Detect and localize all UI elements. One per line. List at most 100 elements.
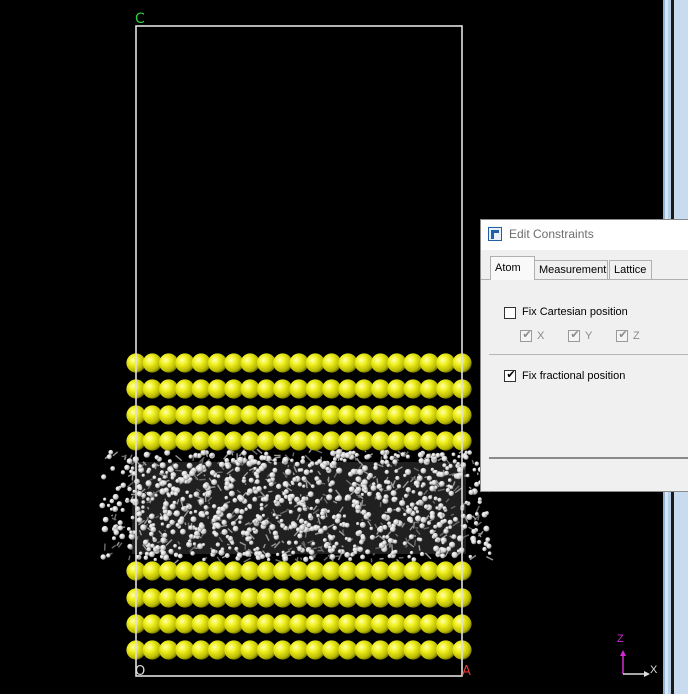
organic-atom (204, 511, 210, 516)
organic-atom (146, 497, 151, 502)
fix-cartesian-label[interactable]: Fix Cartesian position (522, 306, 628, 318)
organic-atom (405, 487, 411, 493)
organic-atom (155, 483, 161, 489)
organic-atom (322, 525, 328, 531)
section-divider (489, 354, 688, 355)
organic-atom (141, 473, 145, 477)
organic-atom (360, 554, 366, 560)
organic-atom (152, 537, 156, 541)
organic-atom (429, 514, 435, 520)
organic-atom (416, 501, 421, 506)
organic-atom (423, 504, 429, 510)
organic-atom (357, 530, 363, 535)
organic-atom (426, 453, 431, 459)
organic-atom (355, 504, 361, 511)
organic-atom (281, 550, 285, 554)
organic-atom (151, 463, 157, 469)
bond-stick (485, 555, 494, 561)
bond-stick (364, 450, 367, 453)
organic-atom (117, 525, 124, 531)
organic-atom (163, 487, 169, 493)
dialog-title: Edit Constraints (509, 227, 594, 241)
organic-atom (331, 460, 337, 467)
organic-atom (393, 519, 400, 526)
organic-atom (264, 451, 269, 456)
axis-z-checkbox[interactable]: ✔ (616, 329, 628, 342)
organic-atom (202, 492, 207, 497)
organic-atom (436, 521, 443, 528)
dialog-title-bar[interactable]: Edit Constraints (481, 220, 688, 250)
organic-atom (136, 491, 143, 497)
organic-atom (451, 452, 456, 457)
organic-atom (335, 453, 341, 459)
organic-atom (482, 546, 487, 552)
organic-atom (141, 505, 145, 510)
organic-atom (420, 516, 427, 524)
organic-atom (291, 482, 295, 486)
organic-atom (159, 462, 166, 469)
organic-atom (360, 492, 364, 497)
organic-atom (393, 539, 398, 544)
organic-atom (409, 550, 414, 555)
organic-atom (147, 520, 152, 524)
organic-atom (351, 481, 357, 487)
organic-atom (438, 471, 445, 478)
organic-atom (380, 449, 386, 456)
organic-atom (99, 502, 106, 509)
bond-stick (292, 472, 295, 476)
organic-atom (451, 551, 458, 559)
organic-atom (238, 495, 245, 502)
organic-atom (138, 464, 143, 469)
organic-atom (415, 484, 420, 488)
organic-atom (311, 541, 316, 546)
bond-stick (305, 481, 308, 489)
organic-atom (463, 454, 469, 460)
bond-stick (312, 547, 318, 550)
organic-atom (419, 523, 425, 529)
organic-atom (361, 535, 366, 541)
organic-atom (160, 522, 165, 526)
organic-atom (484, 511, 489, 516)
organic-atom (109, 507, 114, 511)
organic-atom (130, 466, 135, 471)
organic-atom (106, 503, 111, 508)
organic-atom (170, 529, 176, 535)
bond-stick (274, 456, 281, 459)
organic-atom (299, 524, 306, 531)
axis-y-checkbox[interactable]: ✔ (568, 329, 580, 342)
organic-atom (225, 463, 231, 470)
organic-atom (272, 467, 278, 473)
organic-atom (173, 552, 179, 558)
organic-atom (265, 552, 271, 559)
organic-atom (273, 458, 277, 463)
organic-atom (159, 516, 164, 521)
organic-atom (466, 513, 473, 521)
bond-stick (299, 557, 303, 561)
organic-atom (188, 539, 192, 543)
tab-lattice[interactable]: Lattice (609, 260, 652, 279)
organic-atom (148, 513, 155, 520)
fix-cartesian-checkbox[interactable] (504, 307, 516, 319)
tab-atom[interactable]: Atom (490, 256, 535, 280)
organic-atom (303, 469, 310, 476)
fix-fractional-checkbox[interactable]: ✔ (504, 369, 516, 382)
organic-atom (181, 506, 186, 511)
organic-atom (244, 530, 251, 537)
organic-atom (406, 507, 413, 514)
organic-atom (335, 495, 343, 502)
tab-measurement[interactable]: Measurement (534, 260, 608, 279)
organic-atom (152, 475, 157, 480)
axis-x-checkbox[interactable]: ✔ (520, 329, 532, 342)
organic-atom (465, 473, 470, 478)
organic-atom (170, 475, 175, 480)
organic-atom (254, 479, 260, 485)
organic-atom (162, 532, 168, 538)
organic-atom (196, 465, 204, 472)
organic-atom (259, 503, 264, 507)
bond-stick (418, 545, 421, 551)
organic-atom (376, 483, 383, 490)
organic-atom (445, 466, 450, 471)
organic-atom (399, 500, 406, 507)
organic-atom (355, 476, 362, 483)
fix-fractional-label[interactable]: Fix fractional position (522, 370, 625, 382)
